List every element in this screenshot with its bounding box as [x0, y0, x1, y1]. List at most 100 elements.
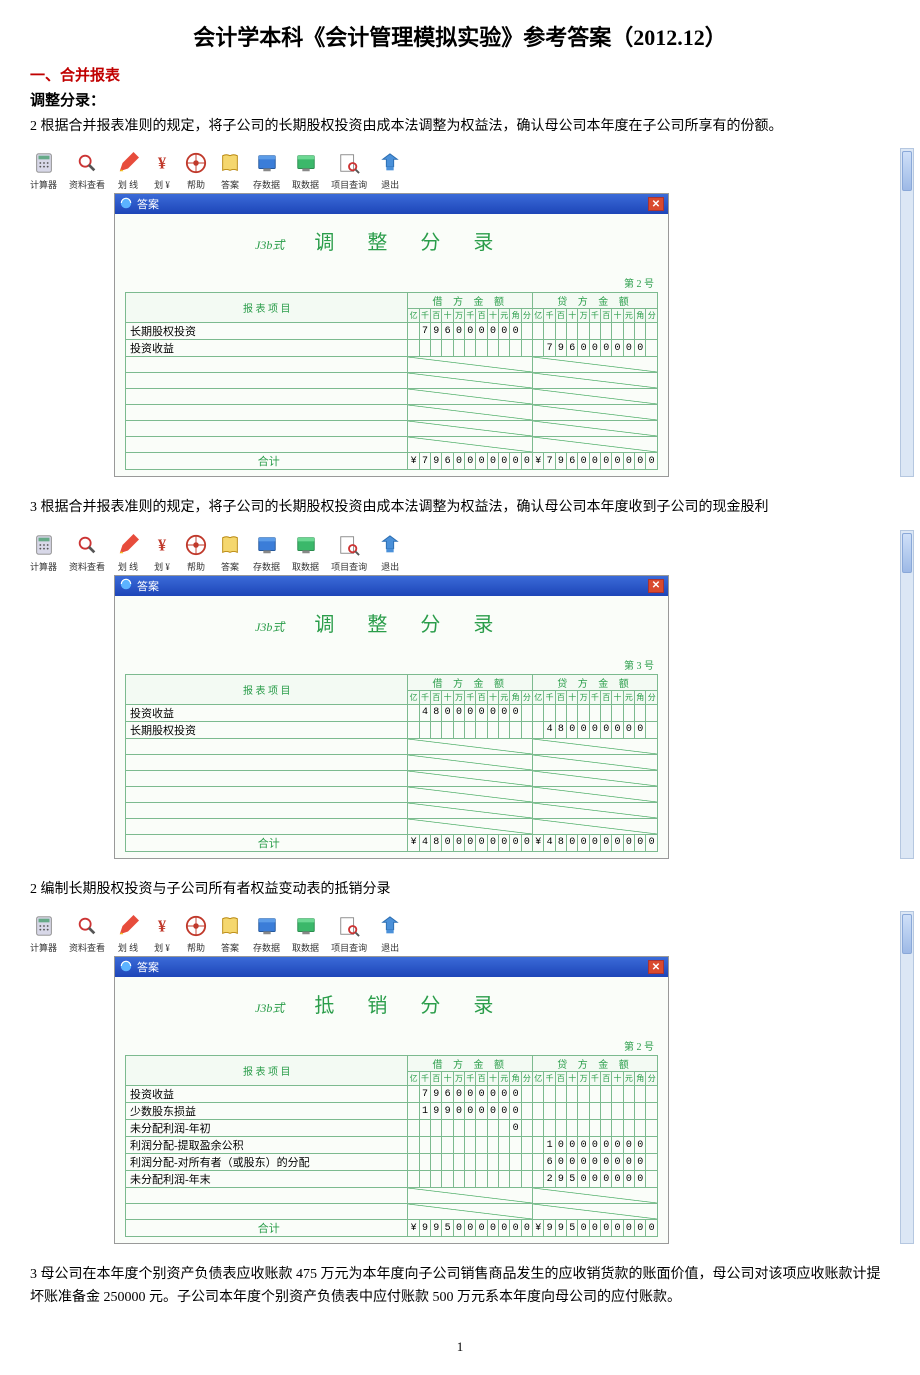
tool-label: 计算器	[30, 178, 57, 191]
find-icon	[338, 915, 360, 939]
section-1-header: 一、合并报表	[30, 64, 890, 85]
tool-book[interactable]: 答案	[219, 534, 241, 573]
total-label: 合计	[126, 453, 408, 470]
save-icon	[256, 152, 278, 176]
form-code: J3b式	[255, 236, 284, 253]
tool-label: 答案	[221, 178, 239, 191]
tool-exit[interactable]: 退出	[379, 915, 401, 954]
total-label: 合计	[126, 1220, 408, 1237]
close-button[interactable]: ✕	[648, 960, 664, 974]
tool-yen[interactable]: ¥划 ¥	[151, 534, 173, 573]
debit-header: 借 方 金 额	[408, 293, 533, 309]
ledger-item: 利润分配-提取盈余公积	[126, 1137, 408, 1154]
tool-label: 项目查询	[331, 178, 367, 191]
entry-page-no: 第 2 号	[125, 275, 658, 290]
paragraph-3: 3 根据合并报表准则的规定，将子公司的长期股权投资由成本法调整为权益法，确认母公…	[30, 497, 890, 519]
tool-exit[interactable]: 退出	[379, 152, 401, 191]
tool-label: 退出	[381, 941, 399, 954]
page-title: 会计学本科《会计管理模拟实验》参考答案（2012.12）	[30, 20, 890, 52]
yen-icon: ¥	[151, 915, 173, 939]
ledger-item: 长期股权投资	[126, 323, 408, 340]
paragraph-mother: 3 母公司在本年度个别资产负债表应收账款 475 万元为本年度向子公司销售商品发…	[30, 1264, 890, 1309]
tool-load[interactable]: 取数据	[292, 152, 319, 191]
tool-search[interactable]: 资料查看	[69, 915, 105, 954]
tool-exit[interactable]: 退出	[379, 534, 401, 573]
tool-label: 划 线	[118, 560, 138, 573]
tool-calc[interactable]: 计算器	[30, 915, 57, 954]
tool-search[interactable]: 资料查看	[69, 152, 105, 191]
app-window: 答案✕J3b式抵 销 分 录第 2 号报 表 项 目借 方 金 额贷 方 金 额…	[114, 956, 669, 1244]
tool-pencil[interactable]: 划 线	[117, 915, 139, 954]
tool-label: 取数据	[292, 941, 319, 954]
tool-calc[interactable]: 计算器	[30, 152, 57, 191]
page-number: 1	[30, 1339, 890, 1355]
tool-calc[interactable]: 计算器	[30, 534, 57, 573]
tool-label: 答案	[221, 560, 239, 573]
tool-save[interactable]: 存数据	[253, 152, 280, 191]
svg-text:¥: ¥	[158, 535, 167, 554]
help-icon	[185, 534, 207, 558]
tool-help[interactable]: 帮助	[185, 915, 207, 954]
pencil-icon	[117, 152, 139, 176]
tool-find[interactable]: 项目查询	[331, 534, 367, 573]
ie-icon	[119, 959, 133, 976]
ie-icon	[119, 577, 133, 594]
paragraph-offset-2: 2 编制长期股权投资与子公司所有者权益变动表的抵销分录	[30, 879, 890, 901]
close-button[interactable]: ✕	[648, 197, 664, 211]
tool-save[interactable]: 存数据	[253, 915, 280, 954]
tool-load[interactable]: 取数据	[292, 534, 319, 573]
ie-icon	[119, 196, 133, 213]
tool-label: 划 线	[118, 941, 138, 954]
book-icon	[219, 152, 241, 176]
tool-find[interactable]: 项目查询	[331, 152, 367, 191]
tool-book[interactable]: 答案	[219, 152, 241, 191]
col-item-header: 报 表 项 目	[126, 1056, 408, 1086]
window-titlebar: 答案✕	[115, 194, 668, 214]
scroll-thumb[interactable]	[902, 151, 912, 191]
tool-yen[interactable]: ¥ 划 ¥	[151, 915, 173, 954]
ledger-item: 长期股权投资	[126, 721, 408, 738]
tool-pencil[interactable]: 划 线	[117, 534, 139, 573]
tool-load[interactable]: 取数据	[292, 915, 319, 954]
scroll-thumb[interactable]	[902, 533, 912, 573]
scroll-thumb[interactable]	[902, 914, 912, 954]
window-title: 答案	[137, 959, 159, 975]
tool-yen[interactable]: ¥划 ¥	[151, 152, 173, 191]
ledger-table: 报 表 项 目借 方 金 额贷 方 金 额亿千百十万千百十元角分亿千百十万千百十…	[125, 1055, 658, 1237]
tool-label: 帮助	[187, 560, 205, 573]
entry-page-no: 第 2 号	[125, 1038, 658, 1053]
tool-label: 项目查询	[331, 560, 367, 573]
tool-help[interactable]: 帮助	[185, 534, 207, 573]
col-item-header: 报 表 项 目	[126, 674, 408, 704]
calc-icon	[33, 534, 55, 558]
screenshot-1: 计算器资料查看划 线¥划 ¥帮助答案存数据取数据项目查询退出答案✕J3b式调 整…	[30, 148, 890, 477]
svg-text:¥: ¥	[158, 917, 167, 936]
col-item-header: 报 表 项 目	[126, 293, 408, 323]
tool-search[interactable]: 资料查看	[69, 534, 105, 573]
tool-label: 划 ¥	[154, 941, 170, 954]
close-button[interactable]: ✕	[648, 579, 664, 593]
ledger-item: 未分配利润-年初	[126, 1120, 408, 1137]
window-titlebar: 答案 ✕	[115, 957, 668, 977]
scrollbar[interactable]	[900, 911, 914, 1244]
ledger-item: 投资收益	[126, 1086, 408, 1103]
tool-help[interactable]: 帮助	[185, 152, 207, 191]
tool-save[interactable]: 存数据	[253, 534, 280, 573]
search-icon	[76, 534, 98, 558]
adjust-entries-label: 调整分录：	[30, 89, 890, 110]
tool-label: 资料查看	[69, 941, 105, 954]
tool-label: 计算器	[30, 941, 57, 954]
tool-book[interactable]: 答案	[219, 915, 241, 954]
debit-header: 借 方 金 额	[408, 1056, 533, 1072]
tool-find[interactable]: 项目查询	[331, 915, 367, 954]
tool-label: 帮助	[187, 178, 205, 191]
save-icon	[256, 534, 278, 558]
toolbar: 计算器资料查看划 线 ¥划 ¥ 帮助 答案 存数据取数据项目查询退出	[30, 148, 890, 193]
exit-icon	[379, 152, 401, 176]
help-icon	[185, 152, 207, 176]
ledger-item: 未分配利润-年末	[126, 1171, 408, 1188]
entry-title: 抵 销 分 录	[314, 989, 507, 1018]
tool-pencil[interactable]: 划 线	[117, 152, 139, 191]
scrollbar[interactable]	[900, 530, 914, 859]
scrollbar[interactable]	[900, 148, 914, 477]
